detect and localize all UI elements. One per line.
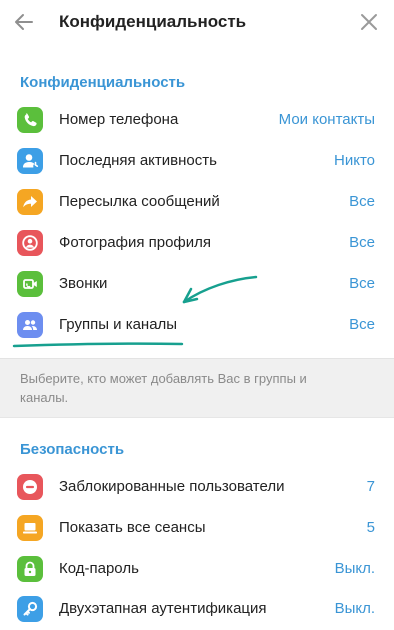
arrow-left-icon <box>15 14 33 30</box>
row-value: 5 <box>366 519 375 536</box>
groups-hint: Выберите, кто может добавлять Вас в груп… <box>0 358 394 418</box>
row-last-seen[interactable]: Последняя активность Никто <box>0 141 394 182</box>
profile-photo-icon <box>17 230 43 256</box>
row-value: Все <box>349 193 375 210</box>
row-value: Все <box>349 234 375 251</box>
back-button[interactable] <box>12 10 36 34</box>
group-icon <box>17 312 43 338</box>
row-phone-number[interactable]: Номер телефона Мои контакты <box>0 100 394 141</box>
row-label: Фотография профиля <box>59 234 212 251</box>
close-button[interactable] <box>358 11 380 33</box>
page-title: Конфиденциальность <box>59 12 247 31</box>
row-label: Группы и каналы <box>59 316 178 333</box>
row-label: Пересылка сообщений <box>59 193 220 210</box>
laptop-icon <box>17 515 43 541</box>
privacy-section-title: Конфиденциальность <box>20 74 186 91</box>
security-section-title: Безопасность <box>20 441 125 458</box>
row-value: Выкл. <box>334 560 375 577</box>
blocked-icon <box>17 474 43 500</box>
top-bar: Конфиденциальность <box>0 0 394 46</box>
row-label: Заблокированные пользователи <box>59 478 285 495</box>
key-icon <box>17 596 43 622</box>
row-profile-photo[interactable]: Фотография профиля Все <box>0 223 394 264</box>
row-blocked-users[interactable]: Заблокированные пользователи 7 <box>0 467 394 508</box>
row-groups-and-channels[interactable]: Группы и каналы Все <box>0 305 394 346</box>
row-passcode[interactable]: Код-пароль Выкл. <box>0 549 394 590</box>
forward-icon <box>17 189 43 215</box>
row-label: Двухэтапная аутентификация <box>59 600 267 617</box>
close-icon <box>361 14 377 30</box>
row-label: Номер телефона <box>59 111 179 128</box>
row-calls[interactable]: Звонки Все <box>0 264 394 305</box>
row-two-step-verification[interactable]: Двухэтапная аутентификация Выкл. <box>0 589 394 630</box>
row-value: Мои контакты <box>278 111 375 128</box>
row-active-sessions[interactable]: Показать все сеансы 5 <box>0 508 394 549</box>
lock-icon <box>17 556 43 582</box>
row-label: Показать все сеансы <box>59 519 206 536</box>
phone-icon <box>17 107 43 133</box>
row-label: Код-пароль <box>59 560 139 577</box>
row-value: 7 <box>366 478 375 495</box>
row-value: Выкл. <box>334 600 375 617</box>
row-value: Все <box>349 275 375 292</box>
row-label: Звонки <box>59 275 108 292</box>
video-call-icon <box>17 271 43 297</box>
row-label: Последняя активность <box>59 152 217 169</box>
hint-text: Выберите, кто может добавлять Вас в груп… <box>20 371 307 405</box>
row-forwarded-messages[interactable]: Пересылка сообщений Все <box>0 182 394 223</box>
row-value: Все <box>349 316 375 333</box>
row-value: Никто <box>334 152 375 169</box>
person-icon <box>17 148 43 174</box>
